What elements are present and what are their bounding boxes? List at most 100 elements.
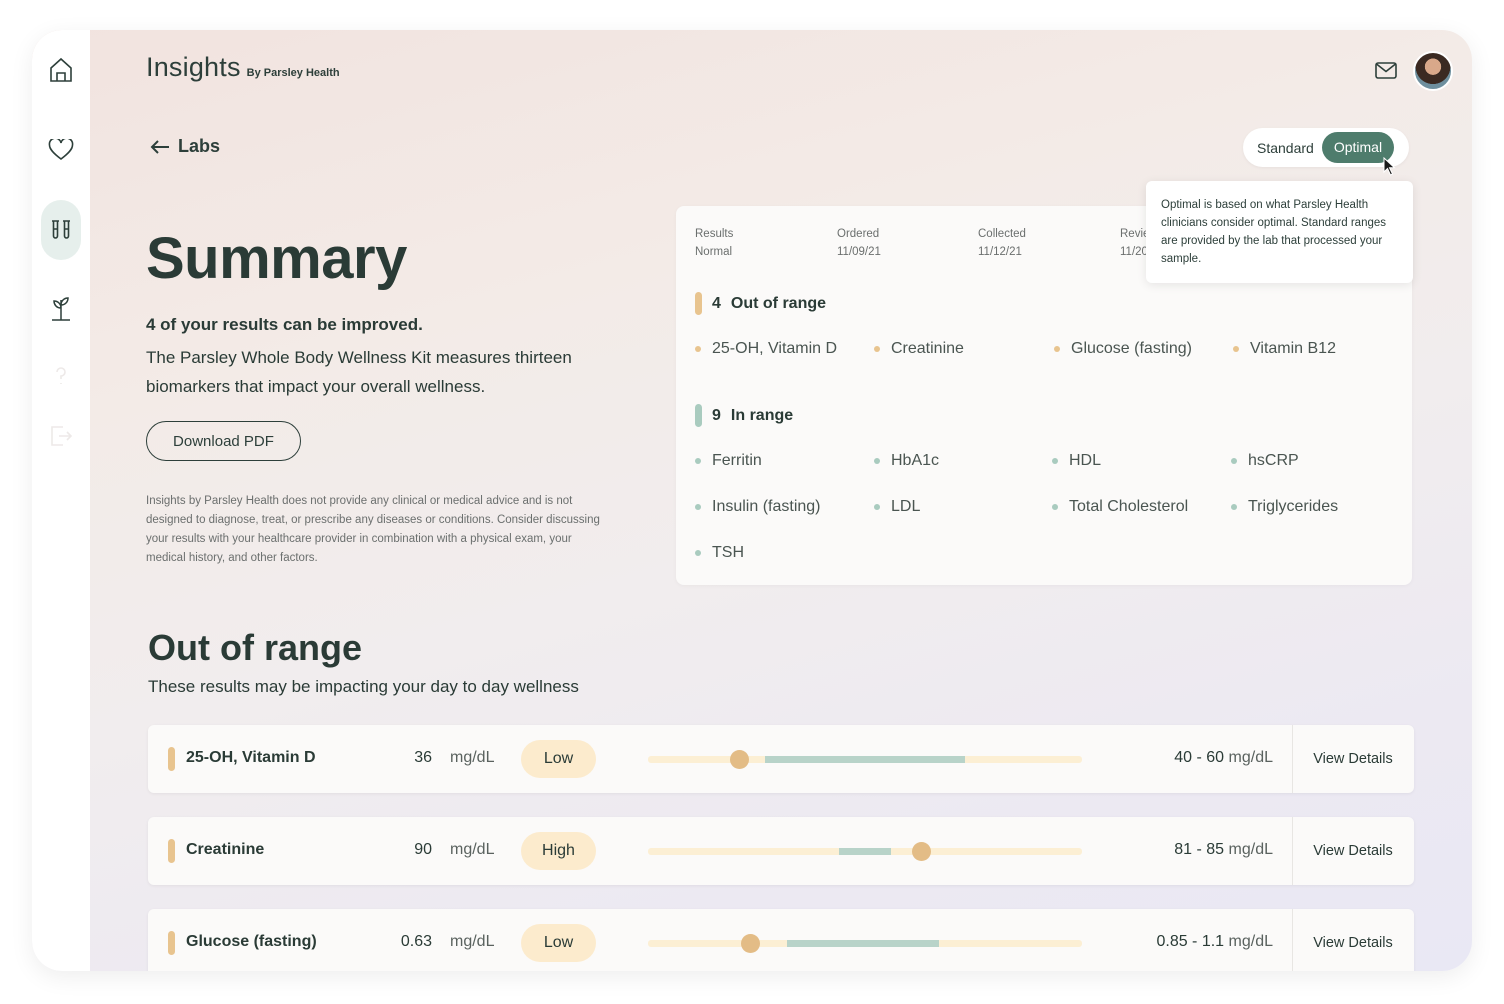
download-pdf-button[interactable]: Download PDF (146, 421, 301, 461)
biomarker-item[interactable]: 25-OH, Vitamin D (695, 340, 837, 358)
biomarker-item[interactable]: TSH (695, 544, 744, 562)
result-unit: mg/dL (450, 749, 495, 766)
home-icon (50, 57, 72, 82)
reference-range: 81 - 85 mg/dL (1174, 841, 1273, 858)
nav-labs[interactable] (41, 200, 81, 260)
status-dot (695, 550, 701, 556)
range-track (648, 750, 1082, 769)
biomarker-item[interactable]: Creatinine (874, 340, 964, 358)
result-row[interactable]: Glucose (fasting) 0.63 mg/dL Low 0.85 - … (148, 909, 1414, 971)
nav-plan[interactable] (41, 278, 81, 338)
biomarker-item[interactable]: HDL (1052, 452, 1101, 470)
result-name: Glucose (fasting) (186, 933, 317, 950)
status-dot (874, 346, 880, 352)
in-range-label: In range (730, 406, 794, 424)
back-link[interactable]: Labs (150, 136, 220, 157)
plant-icon (52, 297, 70, 321)
result-row[interactable]: 25-OH, Vitamin D 36 mg/dL Low 40 - 60 mg… (148, 725, 1414, 793)
sidebar (32, 30, 90, 971)
page-title: Summary (146, 226, 407, 291)
out-of-range-subtitle: These results may be impacting your day … (148, 677, 579, 696)
out-of-range-heading: 4 Out of range (695, 292, 826, 315)
optimal-range (786, 940, 939, 947)
brand: Insights By Parsley Health (146, 52, 340, 83)
result-unit: mg/dL (450, 933, 495, 950)
meta-ordered: Ordered 11/09/21 (837, 228, 881, 258)
out-of-range-label: Out of range (730, 294, 827, 312)
status-dot (695, 504, 701, 510)
status-marker (168, 839, 175, 863)
biomarker-item[interactable]: Glucose (fasting) (1054, 340, 1192, 358)
biomarker-item[interactable]: Total Cholesterol (1052, 498, 1188, 516)
result-marker (740, 934, 760, 953)
biomarker-item[interactable]: hsCRP (1231, 452, 1299, 470)
meta-reviewed: Revie 11/20 (1120, 228, 1150, 258)
mouse-cursor-icon (1383, 157, 1396, 176)
status-marker (168, 747, 175, 771)
nav-help[interactable] (41, 346, 81, 406)
status-dot (1231, 504, 1237, 510)
reference-range: 0.85 - 1.1 mg/dL (1156, 933, 1273, 950)
status-marker (168, 931, 175, 955)
result-name: Creatinine (186, 841, 265, 858)
nav-logout[interactable] (41, 406, 81, 466)
range-track (648, 934, 1082, 953)
back-label: Labs (178, 136, 221, 156)
status-dot (1052, 458, 1058, 464)
biomarker-item[interactable]: Triglycerides (1231, 498, 1338, 516)
status-dot (874, 504, 880, 510)
biomarker-item[interactable]: Insulin (fasting) (695, 498, 821, 516)
status-badge: Low (521, 924, 596, 962)
status-dot (1052, 504, 1058, 510)
status-dot (695, 346, 701, 352)
optimal-tooltip: Optimal is based on what Parsley Health … (1146, 181, 1413, 283)
help-icon (56, 367, 66, 384)
meta-results: Results Normal (695, 228, 734, 258)
result-value: 0.63 (400, 933, 432, 950)
status-dot (874, 458, 880, 464)
out-of-range-title: Out of range (148, 627, 362, 668)
summary-description: The Parsley Whole Body Wellness Kit meas… (146, 348, 572, 396)
logout-icon (51, 426, 73, 446)
app-title: Insights (146, 52, 241, 82)
result-row[interactable]: Creatinine 90 mg/dL High 81 - 85 mg/dL V… (148, 817, 1414, 885)
avatar[interactable] (1413, 51, 1453, 91)
nav-health[interactable] (41, 120, 81, 180)
out-of-range-count: 4 (712, 294, 721, 312)
status-dot (695, 458, 701, 464)
messages-button[interactable] (1372, 58, 1400, 82)
result-value: 90 (414, 841, 432, 858)
result-value: 36 (414, 749, 432, 766)
in-range-heading: 9 In range (695, 404, 793, 427)
in-range-count: 9 (712, 406, 721, 424)
app-subtitle: By Parsley Health (246, 67, 340, 79)
range-track (648, 842, 1082, 861)
meta-collected: Collected 11/12/21 (978, 228, 1026, 258)
biomarker-item[interactable]: Vitamin B12 (1233, 340, 1336, 358)
lab-tubes-icon (52, 220, 70, 239)
biomarker-item[interactable]: LDL (874, 498, 920, 516)
toggle-standard[interactable]: Standard (1247, 140, 1322, 156)
heart-icon (48, 139, 74, 161)
status-dot (1231, 458, 1237, 464)
status-dot (1054, 346, 1060, 352)
view-details-link[interactable]: View Details (1292, 817, 1414, 885)
view-details-link[interactable]: View Details (1292, 909, 1414, 971)
out-of-range-marker (695, 292, 702, 315)
view-details-link[interactable]: View Details (1292, 725, 1414, 793)
status-badge: Low (521, 740, 596, 778)
biomarker-item[interactable]: Ferritin (695, 452, 762, 470)
arrow-left-icon (150, 139, 169, 154)
disclaimer: Insights by Parsley Health does not prov… (146, 495, 600, 564)
status-badge: High (521, 832, 596, 870)
biomarker-item[interactable]: HbA1c (874, 452, 939, 470)
result-marker (730, 750, 750, 769)
nav-home[interactable] (41, 40, 81, 100)
status-dot (1233, 346, 1239, 352)
optimal-range (765, 756, 965, 763)
reference-range: 40 - 60 mg/dL (1174, 749, 1273, 766)
app-window: Insights By Parsley Health Labs Standard… (32, 30, 1472, 971)
mail-icon (1375, 61, 1397, 79)
result-marker (912, 842, 932, 861)
summary-lead: 4 of your results can be improved. (146, 315, 423, 334)
